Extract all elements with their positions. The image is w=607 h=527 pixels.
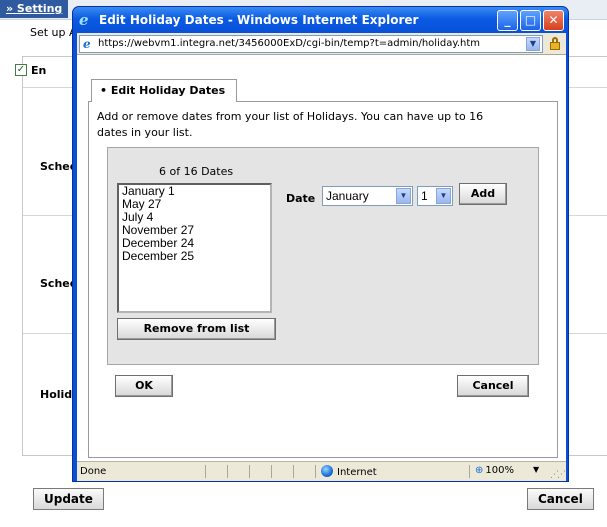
window-title-bar[interactable]: e Edit Holiday Dates - Windows Internet … (73, 7, 568, 33)
screen: » Setting Set up A ✓ En Sched Sched Holi… (0, 0, 607, 527)
page-icon: e (83, 37, 91, 51)
zoom-icon: ⊕ (475, 465, 484, 476)
ok-button[interactable]: OK (115, 375, 173, 397)
dialog-content: • Edit Holiday Dates Add or remove dates… (77, 55, 566, 461)
enable-label: En (31, 64, 47, 77)
day-select[interactable]: 1 ▼ (417, 186, 453, 206)
enable-checkbox[interactable]: ✓ (15, 64, 27, 76)
list-item[interactable]: December 25 (119, 250, 270, 263)
update-button[interactable]: Update (33, 488, 104, 510)
ie-popup-window: e Edit Holiday Dates - Windows Internet … (72, 6, 569, 482)
url-text: https://webvm1.integra.net/3456000ExD/cg… (98, 38, 480, 49)
resize-grip-icon[interactable]: ⋰⋰ (550, 470, 566, 480)
tab-edit-holiday-dates[interactable]: • Edit Holiday Dates (91, 79, 237, 102)
close-icon[interactable]: ✕ (543, 10, 564, 31)
setup-text: Set up A (30, 26, 77, 39)
cancel-button[interactable]: Cancel (457, 375, 529, 397)
chevron-down-icon: ▼ (396, 188, 411, 204)
month-select[interactable]: January ▼ (322, 186, 413, 206)
background-cancel-button[interactable]: Cancel (527, 488, 594, 510)
holidays-label: Holid (40, 388, 73, 401)
status-bar: Done Internet ⊕ 100% ▼ ⋰⋰ (77, 461, 566, 481)
status-text: Done (80, 466, 107, 477)
address-bar: e https://webvm1.integra.net/3456000ExD/… (77, 33, 566, 55)
zone-label: Internet (337, 467, 377, 478)
minimize-icon[interactable]: _ (497, 10, 518, 31)
add-button[interactable]: Add (459, 183, 507, 205)
zoom-dropdown-icon[interactable]: ▼ (533, 465, 539, 474)
settings-link[interactable]: » Setting (0, 0, 69, 18)
description-text: Add or remove dates from your list of Ho… (97, 110, 484, 139)
security-zone[interactable]: Internet (321, 465, 377, 478)
ie-logo-icon: e (79, 11, 89, 29)
remove-from-list-button[interactable]: Remove from list (117, 318, 276, 340)
zoom-control[interactable]: ⊕ 100% (475, 465, 514, 476)
date-label: Date (286, 192, 316, 205)
day-value: 1 (421, 189, 428, 203)
address-dropdown-icon[interactable]: ▼ (526, 37, 540, 51)
address-field[interactable]: e https://webvm1.integra.net/3456000ExD/… (79, 35, 543, 53)
holiday-dates-list[interactable]: January 1 May 27 July 4 November 27 Dece… (117, 183, 272, 313)
chevron-down-icon: ▼ (436, 188, 451, 204)
month-value: January (326, 189, 369, 203)
maximize-icon[interactable]: □ (520, 10, 541, 31)
date-count: 6 of 16 Dates (159, 165, 234, 178)
zoom-level: 100% (485, 465, 514, 476)
window-title: Edit Holiday Dates - Windows Internet Ex… (99, 13, 419, 27)
globe-icon (321, 465, 333, 477)
lock-icon[interactable] (548, 36, 562, 50)
